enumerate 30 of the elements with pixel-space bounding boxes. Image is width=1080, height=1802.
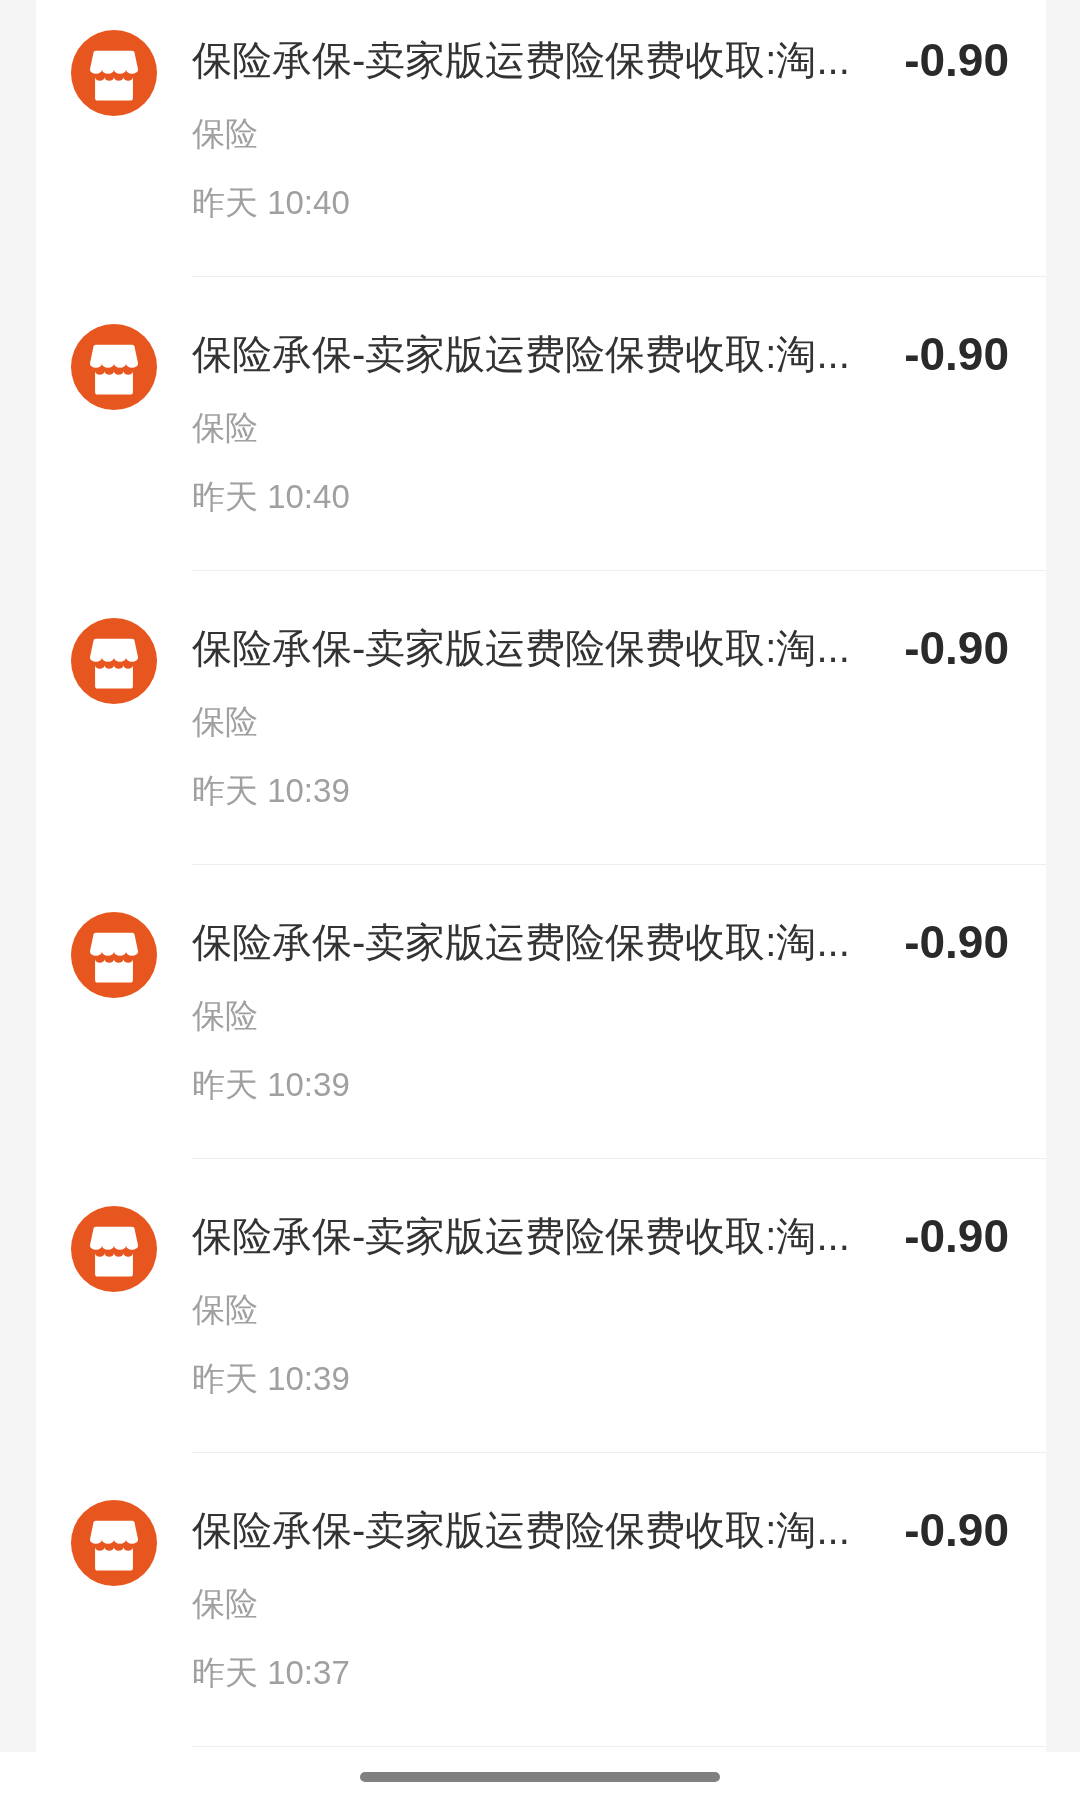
transaction-amount: -0.90	[904, 36, 1009, 84]
store-icon	[71, 30, 157, 116]
transaction-amount: -0.90	[904, 918, 1009, 966]
transaction-amount: -0.90	[904, 1506, 1009, 1554]
transaction-title: 保险承保-卖家版运费险保费收取:淘...	[192, 331, 850, 378]
transaction-time: 昨天 10:39	[192, 1065, 350, 1105]
transaction-title: 保险承保-卖家版运费险保费收取:淘...	[192, 1507, 850, 1554]
store-icon	[71, 912, 157, 998]
transaction-title: 保险承保-卖家版运费险保费收取:淘...	[192, 919, 850, 966]
transaction-category: 保险	[192, 702, 258, 742]
transaction-time: 昨天 10:39	[192, 771, 350, 811]
transaction-title: 保险承保-卖家版运费险保费收取:淘...	[192, 625, 850, 672]
transaction-amount: -0.90	[904, 330, 1009, 378]
transaction-category: 保险	[192, 996, 258, 1036]
transaction-time: 昨天 10:39	[192, 1359, 350, 1399]
transaction-title: 保险承保-卖家版运费险保费收取:淘...	[192, 37, 850, 84]
store-icon	[71, 1206, 157, 1292]
transaction-amount: -0.90	[904, 1212, 1009, 1260]
transaction-category: 保险	[192, 1584, 258, 1624]
transaction-category: 保险	[192, 408, 258, 448]
store-icon	[71, 1500, 157, 1586]
transaction-time: 昨天 10:40	[192, 477, 350, 517]
transaction-title: 保险承保-卖家版运费险保费收取:淘...	[192, 1213, 850, 1260]
transaction-amount: -0.90	[904, 624, 1009, 672]
transaction-time: 昨天 10:37	[192, 1653, 350, 1693]
transaction-category: 保险	[192, 1290, 258, 1330]
transaction-category: 保险	[192, 114, 258, 154]
store-icon	[71, 618, 157, 704]
store-icon	[71, 324, 157, 410]
transaction-time: 昨天 10:40	[192, 183, 350, 223]
